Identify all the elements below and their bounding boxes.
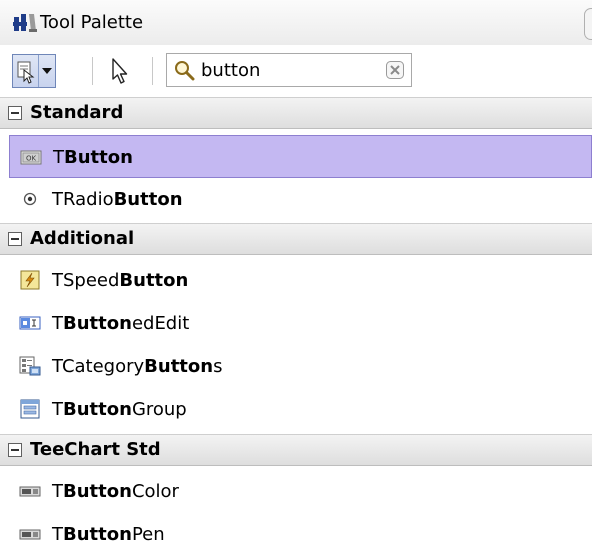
select-pointer-button[interactable] xyxy=(106,55,134,87)
tool-palette-icon xyxy=(13,14,37,32)
component-item-tbuttonpen[interactable]: TButtonPen xyxy=(0,513,592,556)
collapse-icon[interactable] xyxy=(8,106,22,120)
category-header-teechart-std[interactable]: TeeChart Std xyxy=(0,434,592,466)
component-label: TCategoryButtons xyxy=(52,356,223,377)
component-item-tbuttongroup[interactable]: TButtonGroup xyxy=(0,388,592,431)
component-item-tradiobutton[interactable]: TRadioButton xyxy=(0,178,592,221)
component-label: TSpeedButton xyxy=(52,270,189,291)
button-component-icon: OK xyxy=(20,150,42,165)
chevron-down-icon xyxy=(42,68,52,74)
component-item-tcategorybuttons[interactable]: TCategoryButtons xyxy=(0,345,592,388)
magnifier-icon xyxy=(175,61,195,81)
components-view-button[interactable] xyxy=(12,54,56,88)
component-label: TRadioButton xyxy=(52,189,183,210)
category-label: Additional xyxy=(30,228,135,249)
component-label: TButtonedEdit xyxy=(52,313,190,334)
component-label: TButtonPen xyxy=(52,524,165,545)
button-color-icon xyxy=(19,486,41,497)
component-item-tbuttoncolor[interactable]: TButtonColor xyxy=(0,470,592,513)
component-item-tbutton[interactable]: OK TButton xyxy=(9,135,592,178)
category-label: TeeChart Std xyxy=(30,439,161,460)
palette-title: Tool Palette xyxy=(40,12,144,33)
components-icon xyxy=(17,61,35,84)
toolbar-separator xyxy=(152,57,153,85)
search-box[interactable] xyxy=(166,53,412,87)
component-item-tbuttonededit[interactable]: TButtonedEdit xyxy=(0,302,592,345)
component-label: TButtonColor xyxy=(52,481,179,502)
component-item-tspeedbutton[interactable]: TSpeedButton xyxy=(0,259,592,302)
palette-title-bar: Tool Palette xyxy=(0,0,592,45)
buttoned-edit-icon xyxy=(19,316,41,330)
svg-text:OK: OK xyxy=(26,155,37,163)
button-group-icon xyxy=(20,399,40,419)
collapse-icon[interactable] xyxy=(8,443,22,457)
category-buttons-icon xyxy=(19,356,41,376)
toolbar-separator xyxy=(92,57,93,85)
button-pen-icon xyxy=(19,529,41,540)
category-label: Standard xyxy=(30,102,124,123)
speed-button-icon xyxy=(20,270,40,290)
components-dropdown-button[interactable] xyxy=(38,55,56,87)
category-header-additional[interactable]: Additional xyxy=(0,223,592,255)
category-header-standard[interactable]: Standard xyxy=(0,97,592,129)
arrow-cursor-icon xyxy=(112,58,128,84)
component-label: TButton xyxy=(53,147,133,168)
clear-search-icon[interactable] xyxy=(385,60,405,80)
component-label: TButtonGroup xyxy=(52,399,187,420)
components-button[interactable] xyxy=(13,55,38,87)
search-input[interactable] xyxy=(201,56,369,84)
title-bar-button[interactable] xyxy=(584,8,592,40)
collapse-icon[interactable] xyxy=(8,232,22,246)
palette-toolbar xyxy=(0,45,592,97)
radio-button-icon xyxy=(23,192,37,206)
